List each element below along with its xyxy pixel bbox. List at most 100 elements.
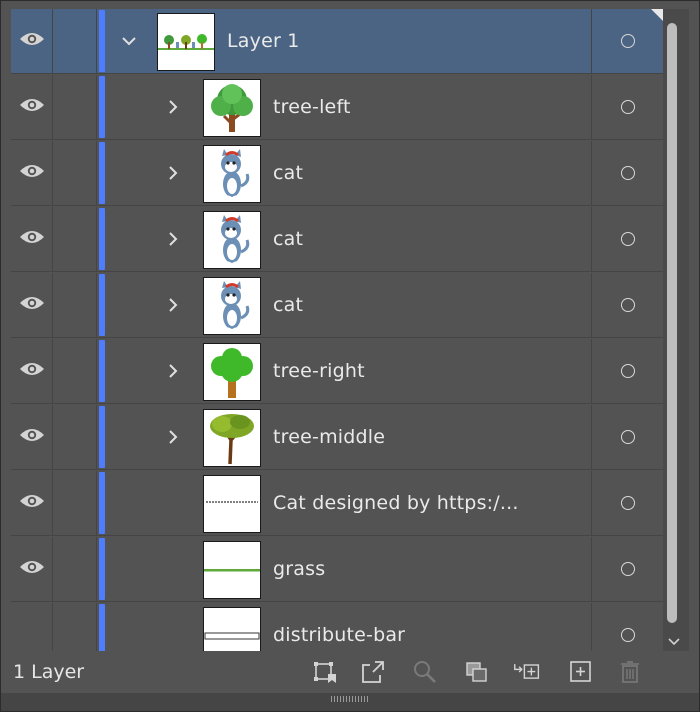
lock-toggle[interactable]	[53, 339, 97, 403]
collect-for-export-icon[interactable]	[311, 659, 339, 685]
layer-color-bar	[99, 208, 105, 270]
lock-toggle[interactable]	[53, 405, 97, 469]
tree-left-thumbnail	[203, 79, 261, 137]
lock-toggle[interactable]	[53, 75, 97, 139]
new-layer-icon[interactable]	[567, 659, 595, 685]
sublayer-row[interactable]: cat	[11, 273, 663, 338]
layer-name[interactable]: cat	[273, 273, 303, 337]
layer-name[interactable]: Layer 1	[227, 9, 300, 73]
visibility-toggle[interactable]	[11, 9, 53, 73]
layers-panel: Layer 1 tree-left cat cat cat tree-right tree-…	[0, 0, 700, 712]
lock-toggle[interactable]	[53, 471, 97, 535]
lock-toggle[interactable]	[53, 603, 97, 651]
visibility-toggle[interactable]	[11, 141, 53, 205]
move-selection-icon[interactable]	[513, 659, 541, 685]
layer-color-bar	[99, 406, 105, 468]
layer-name[interactable]: cat	[273, 141, 303, 205]
eye-icon	[19, 229, 45, 249]
eye-icon	[19, 97, 45, 117]
scroll-down-icon[interactable]	[666, 635, 682, 649]
chevron-right-icon[interactable]	[164, 428, 182, 446]
layer-name[interactable]: tree-middle	[273, 405, 385, 469]
target-button[interactable]	[591, 273, 663, 337]
visibility-toggle[interactable]	[11, 405, 53, 469]
layer-name[interactable]: grass	[273, 537, 325, 601]
target-circle-icon	[620, 430, 635, 444]
visibility-toggle[interactable]	[11, 75, 53, 139]
layer-color-bar	[99, 274, 105, 336]
layer-color-bar	[99, 76, 105, 138]
chevron-right-icon[interactable]	[164, 164, 182, 182]
visibility-toggle[interactable]	[11, 471, 53, 535]
layer-name[interactable]: tree-right	[273, 339, 365, 403]
layer-name[interactable]: cat	[273, 207, 303, 271]
visibility-toggle[interactable]	[11, 603, 53, 651]
cat-thumbnail	[203, 211, 261, 269]
chevron-right-icon[interactable]	[164, 98, 182, 116]
target-circle-icon	[620, 496, 635, 510]
delete-icon[interactable]	[617, 659, 645, 685]
target-circle-icon	[620, 100, 635, 114]
target-button[interactable]	[591, 471, 663, 535]
sublayer-row[interactable]: tree-middle	[11, 405, 663, 470]
target-button[interactable]	[591, 141, 663, 205]
target-circle-icon	[620, 628, 635, 642]
export-icon[interactable]	[359, 659, 387, 685]
visibility-toggle[interactable]	[11, 273, 53, 337]
panel-footer: 1 Layer	[1, 651, 699, 693]
target-button[interactable]	[591, 75, 663, 139]
panel-resize-handle[interactable]	[1, 693, 699, 711]
layer-name[interactable]: tree-left	[273, 75, 351, 139]
selection-indicator-icon	[651, 9, 663, 21]
target-circle-icon	[620, 298, 635, 312]
target-circle-icon	[620, 364, 635, 378]
chevron-down-icon[interactable]	[120, 32, 138, 50]
eye-icon	[19, 361, 45, 381]
lock-toggle[interactable]	[53, 141, 97, 205]
sublayer-row[interactable]: cat	[11, 141, 663, 206]
target-button[interactable]	[591, 537, 663, 601]
visibility-toggle[interactable]	[11, 537, 53, 601]
layer-name[interactable]: Cat designed by https:/...	[273, 471, 519, 535]
target-button[interactable]	[591, 603, 663, 651]
cat-thumbnail	[203, 277, 261, 335]
layer-color-bar	[99, 538, 105, 600]
target-button[interactable]	[591, 339, 663, 403]
target-button[interactable]	[591, 405, 663, 469]
layer-row[interactable]: Layer 1	[11, 9, 663, 74]
sublayer-row[interactable]: tree-right	[11, 339, 663, 404]
tree-right-thumbnail	[203, 343, 261, 401]
target-circle-icon	[620, 232, 635, 246]
lock-toggle[interactable]	[53, 207, 97, 271]
eye-icon	[19, 31, 45, 51]
layer-name[interactable]: distribute-bar	[273, 603, 405, 651]
eye-icon	[19, 163, 45, 183]
eye-icon	[19, 427, 45, 447]
layer-color-bar	[99, 472, 105, 534]
scrollbar[interactable]	[663, 9, 689, 651]
cat-thumbnail	[203, 145, 261, 203]
scroll-thumb[interactable]	[667, 23, 677, 623]
visibility-toggle[interactable]	[11, 207, 53, 271]
chevron-right-icon[interactable]	[164, 296, 182, 314]
sublayer-row[interactable]: grass	[11, 537, 663, 602]
visibility-toggle[interactable]	[11, 339, 53, 403]
lock-toggle[interactable]	[53, 537, 97, 601]
clipping-mask-icon[interactable]	[463, 659, 491, 685]
target-button[interactable]	[591, 207, 663, 271]
lock-toggle[interactable]	[53, 9, 97, 73]
eye-icon	[19, 559, 45, 579]
target-circle-icon	[620, 562, 635, 576]
layer-color-bar	[99, 340, 105, 402]
sublayer-row[interactable]: tree-left	[11, 75, 663, 140]
layer-color-bar	[99, 142, 105, 204]
sublayer-row[interactable]: cat	[11, 207, 663, 272]
sublayer-row[interactable]: Cat designed by https:/...	[11, 471, 663, 536]
chevron-right-icon[interactable]	[164, 230, 182, 248]
locate-object-icon[interactable]	[411, 659, 439, 685]
sublayer-row[interactable]: distribute-bar	[11, 603, 663, 651]
chevron-right-icon[interactable]	[164, 362, 182, 380]
lock-toggle[interactable]	[53, 273, 97, 337]
target-circle-icon	[620, 34, 635, 48]
text-thumbnail	[203, 475, 261, 533]
